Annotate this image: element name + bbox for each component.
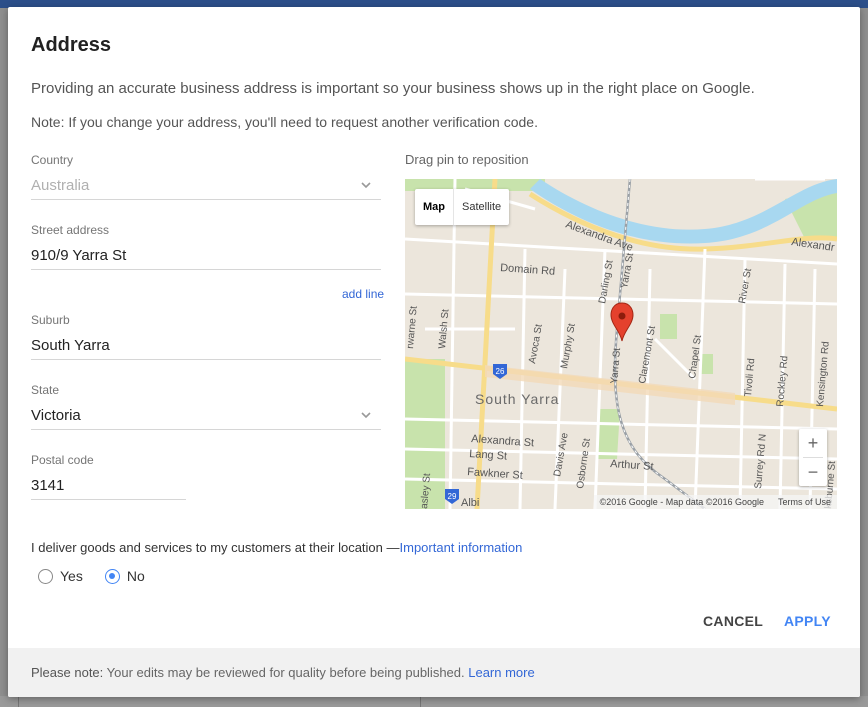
chevron-down-icon bbox=[361, 412, 371, 419]
svg-text:26: 26 bbox=[496, 367, 505, 376]
street-label: River St bbox=[737, 267, 754, 304]
street-label: Avoca St bbox=[527, 323, 545, 364]
postal-code-field[interactable]: Postal code 3141 bbox=[31, 453, 186, 501]
delivery-radio-group: Yes No bbox=[38, 568, 167, 584]
zoom-control: + − bbox=[799, 429, 827, 486]
map-type-control: Map Satellite bbox=[415, 189, 510, 225]
map-type-satellite-button[interactable]: Satellite bbox=[454, 189, 509, 225]
learn-more-link[interactable]: Learn more bbox=[468, 665, 534, 680]
state-value: Victoria bbox=[31, 407, 81, 424]
address-dialog: Address Providing an accurate business a… bbox=[8, 7, 860, 697]
map-attribution: ©2016 Google - Map data ©2016 Google Term… bbox=[593, 495, 837, 509]
street-address-input[interactable]: 910/9 Yarra St bbox=[31, 247, 126, 264]
street-label: Yarra St bbox=[619, 252, 636, 290]
radio-yes-label: Yes bbox=[60, 568, 83, 584]
street-label: Davis Ave bbox=[552, 432, 571, 478]
delivery-question-text: I deliver goods and services to my custo… bbox=[31, 540, 400, 555]
radio-yes[interactable] bbox=[38, 568, 53, 584]
country-label: Country bbox=[31, 153, 74, 167]
street-label: Osborne St bbox=[575, 438, 593, 490]
street-label: Tivoli Rd bbox=[743, 358, 757, 397]
chevron-down-icon bbox=[361, 182, 371, 189]
review-notice-footer: Please note: Your edits may be reviewed … bbox=[8, 648, 860, 697]
street-label: Claremont St bbox=[637, 325, 658, 385]
radio-option-yes[interactable]: Yes bbox=[38, 568, 83, 584]
map-pin-icon[interactable] bbox=[610, 302, 634, 342]
state-select[interactable]: State Victoria bbox=[31, 383, 381, 431]
street-label: rwarne St bbox=[405, 305, 420, 349]
review-notice-prefix: Please note: bbox=[31, 665, 104, 680]
verification-note: Note: If you change your address, you'll… bbox=[31, 114, 538, 130]
suburb-label: Suburb bbox=[31, 313, 70, 327]
zoom-out-button[interactable]: − bbox=[799, 458, 827, 486]
country-value: Australia bbox=[31, 177, 90, 194]
zoom-in-button[interactable]: + bbox=[799, 429, 827, 457]
map-type-map-button[interactable]: Map bbox=[415, 189, 454, 225]
terms-of-use-link[interactable]: Terms of Use bbox=[778, 497, 831, 507]
map-view[interactable]: 26 29 Alexandra Ave Alexandr Domain Rd S… bbox=[405, 179, 837, 509]
suburb-input[interactable]: South Yarra bbox=[31, 337, 110, 354]
street-label: Walsh St bbox=[437, 309, 451, 350]
review-notice: Please note: Your edits may be reviewed … bbox=[31, 665, 535, 680]
radio-no-label: No bbox=[126, 568, 145, 584]
radio-no[interactable] bbox=[104, 568, 120, 584]
background-page bbox=[0, 696, 868, 707]
important-information-link[interactable]: Important information bbox=[400, 540, 523, 555]
street-label: Domain Rd bbox=[500, 262, 556, 278]
dialog-description: Providing an accurate business address i… bbox=[31, 80, 755, 97]
street-address-field[interactable]: Street address 910/9 Yarra St bbox=[31, 223, 381, 271]
route-shield: 29 bbox=[445, 489, 459, 504]
street-label: Kensington Rd bbox=[815, 341, 832, 407]
street-label: Rockley Rd bbox=[775, 355, 790, 407]
svg-text:29: 29 bbox=[448, 492, 457, 501]
review-notice-text: Your edits may be reviewed for quality b… bbox=[103, 665, 469, 680]
street-label: Arthur St bbox=[610, 458, 654, 473]
street-label: Yarra St bbox=[609, 347, 623, 384]
street-address-label: Street address bbox=[31, 223, 110, 237]
suburb-map-label: South Yarra bbox=[475, 391, 559, 407]
street-label: Lang St bbox=[469, 448, 508, 463]
street-label: Albi bbox=[461, 497, 479, 509]
apply-button[interactable]: APPLY bbox=[784, 613, 831, 629]
state-label: State bbox=[31, 383, 60, 397]
map-canvas: 26 29 Alexandra Ave Alexandr Domain Rd S… bbox=[405, 179, 837, 509]
suburb-field[interactable]: Suburb South Yarra bbox=[31, 313, 381, 361]
postal-code-label: Postal code bbox=[31, 453, 94, 467]
map-attribution-text: ©2016 Google - Map data ©2016 Google bbox=[599, 497, 764, 507]
street-label: Surrey Rd N bbox=[753, 433, 769, 489]
dialog-title: Address bbox=[31, 34, 112, 56]
delivery-question: I deliver goods and services to my custo… bbox=[31, 540, 522, 555]
map-instruction: Drag pin to reposition bbox=[405, 152, 529, 167]
postal-code-input[interactable]: 3141 bbox=[31, 477, 64, 494]
country-select[interactable]: Country Australia bbox=[31, 153, 381, 201]
cancel-button[interactable]: CANCEL bbox=[703, 613, 763, 629]
radio-option-no[interactable]: No bbox=[104, 568, 145, 584]
add-line-link[interactable]: add line bbox=[342, 287, 384, 301]
